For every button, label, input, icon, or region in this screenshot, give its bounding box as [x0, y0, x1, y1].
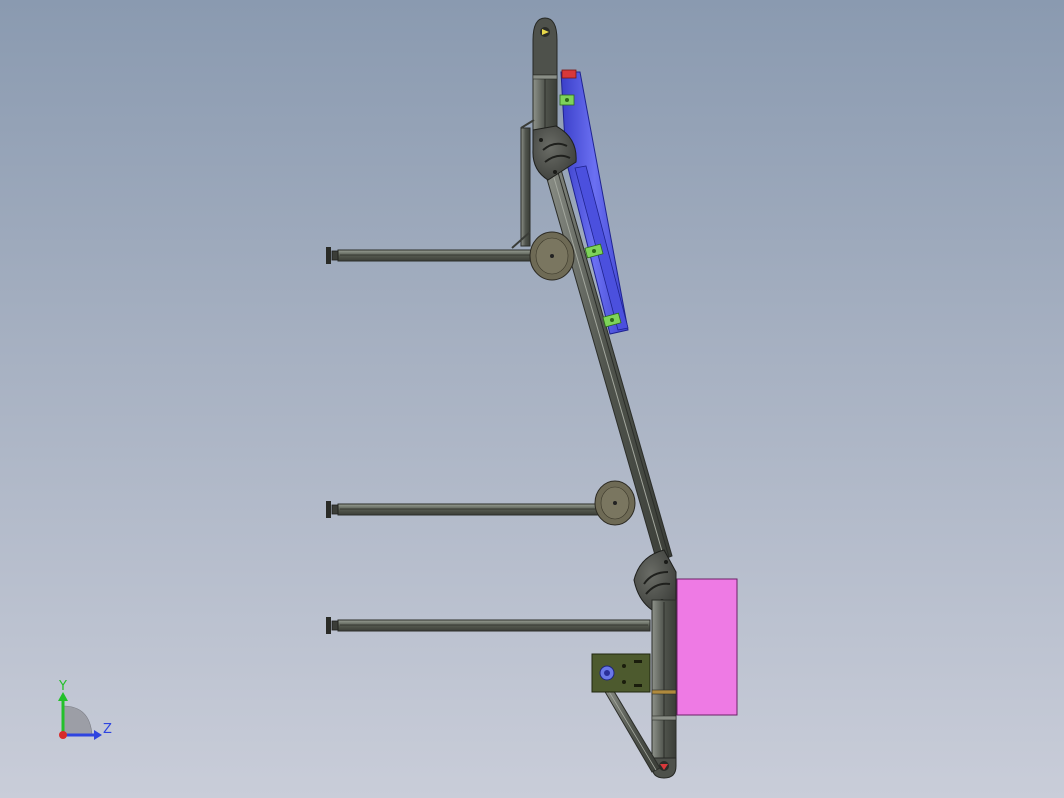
leveling-foot-2: [326, 501, 339, 518]
assembly-drawing[interactable]: Y Z: [0, 0, 1064, 798]
top-vertical-post[interactable]: [532, 17, 558, 141]
leveling-foot-1: [326, 247, 339, 264]
cad-viewport[interactable]: Y Z: [0, 0, 1064, 798]
coordinate-triad: Y Z: [58, 679, 112, 740]
magenta-control-box[interactable]: [676, 578, 738, 716]
lower-vertical-post[interactable]: [651, 599, 677, 779]
triad-plane-icon: [62, 705, 93, 736]
top-end-cap: [532, 17, 558, 76]
y-axis-label: Y: [58, 679, 67, 694]
red-end-stop: [561, 69, 577, 79]
motor-mount-plate[interactable]: [591, 653, 651, 693]
origin-icon: [59, 731, 67, 739]
upper-brace[interactable]: [511, 119, 535, 249]
pulley-disc-upper[interactable]: [529, 231, 575, 281]
horizontal-arm-1[interactable]: [326, 247, 539, 264]
horizontal-arm-3[interactable]: [326, 617, 651, 634]
leveling-foot-3: [326, 617, 339, 634]
z-axis-label: Z: [103, 722, 112, 737]
horizontal-arm-2[interactable]: [326, 501, 605, 518]
pulley-disc-lower[interactable]: [594, 480, 636, 526]
